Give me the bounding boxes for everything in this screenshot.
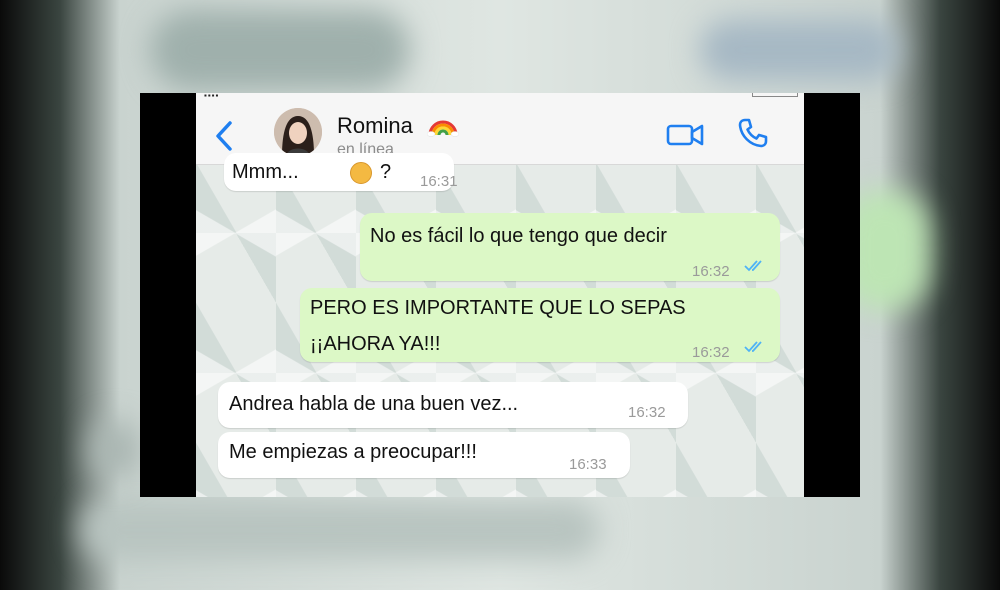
message-time: 16:31 <box>420 173 458 190</box>
message-time: 16:32 <box>628 404 666 421</box>
message-bubble-outgoing[interactable]: No es fácil lo que tengo que decir 16:32 <box>360 213 780 281</box>
double-check-icon <box>744 260 762 272</box>
avatar[interactable] <box>274 108 322 156</box>
contact-name[interactable]: Romina <box>337 113 413 139</box>
emoji-icon <box>350 162 372 184</box>
message-bubble-incoming[interactable]: Mmm... ? 16:31 <box>224 153 458 191</box>
double-check-icon <box>744 341 762 353</box>
rainbow-icon <box>427 120 459 137</box>
battery-icon <box>752 93 798 97</box>
status-bar: ▪▪▪▪ <box>196 93 804 101</box>
chevron-left-icon[interactable] <box>212 119 238 153</box>
message-text: Andrea habla de una buen vez... <box>229 393 519 415</box>
blurred-bubble-shape <box>80 500 600 560</box>
message-text: PERO ES IMPORTANTE QUE LO SEPAS ¡¡AHORA … <box>310 297 686 355</box>
message-text-suffix: ? <box>380 161 392 183</box>
message-text: Mmm... <box>232 161 299 183</box>
video-camera-icon[interactable] <box>666 121 704 149</box>
message-time: 16:32 <box>692 263 730 280</box>
message-time: 16:33 <box>569 456 607 473</box>
blurred-bubble-shape <box>90 420 140 480</box>
signal-icon: ▪▪▪▪ <box>204 93 220 100</box>
letterbox-frame: ▪▪▪▪ Romina en línea Mmm... ? 16:31 No e… <box>140 93 860 497</box>
message-time: 16:32 <box>692 344 730 361</box>
blurred-header-shape <box>150 10 410 90</box>
phone-icon[interactable] <box>737 117 769 149</box>
message-bubble-outgoing[interactable]: PERO ES IMPORTANTE QUE LO SEPAS ¡¡AHORA … <box>300 288 780 362</box>
chat-screen: ▪▪▪▪ Romina en línea Mmm... ? 16:31 No e… <box>196 93 804 497</box>
message-text: Me empiezas a preocupar!!! <box>229 441 477 463</box>
message-bubble-incoming[interactable]: Me empiezas a preocupar!!! 16:33 <box>218 432 630 478</box>
message-bubble-incoming[interactable]: Andrea habla de una buen vez... 16:32 <box>218 382 688 428</box>
message-text: No es fácil lo que tengo que decir <box>370 225 667 247</box>
blurred-icons-shape <box>700 20 900 80</box>
